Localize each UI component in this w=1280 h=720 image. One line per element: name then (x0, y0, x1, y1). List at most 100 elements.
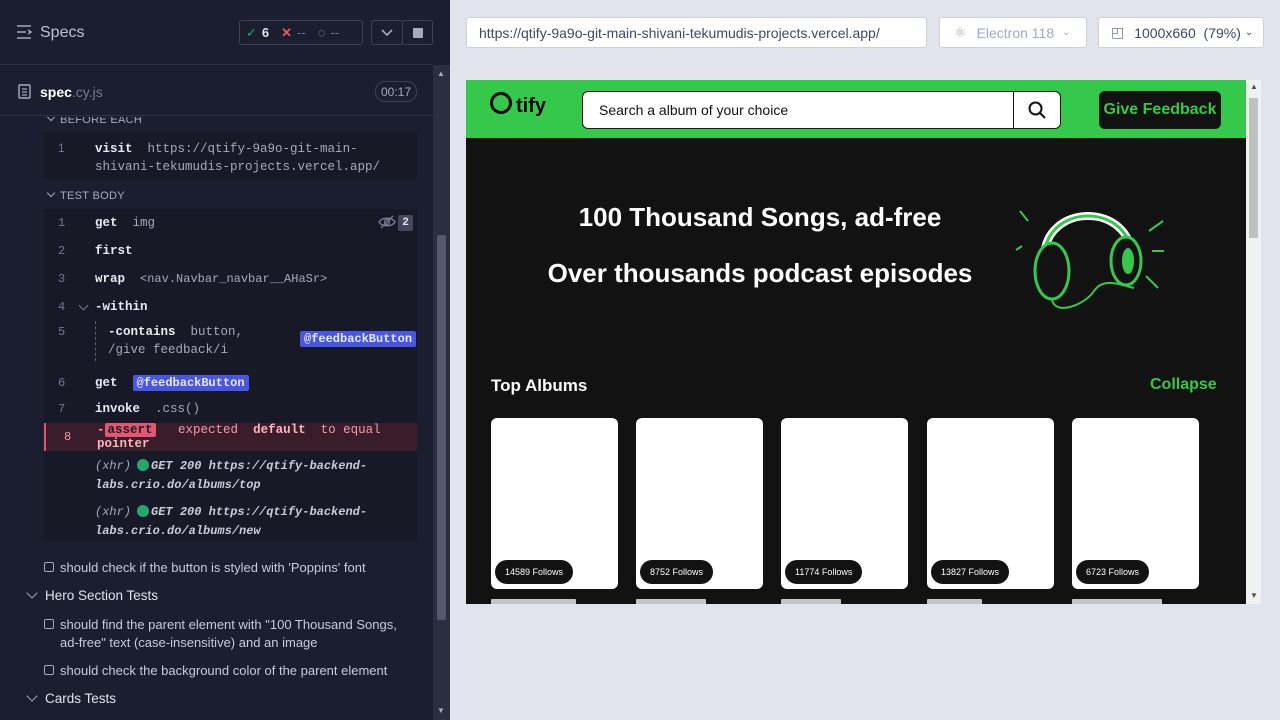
test-body-block: 1 get img 2 2 first 3 wrap <nav.Navbar_n… (44, 209, 417, 542)
command-row[interactable]: 1 get img 2 (44, 209, 417, 237)
command-row[interactable]: 7 invoke .css() (44, 395, 417, 423)
caret-down-icon[interactable] (78, 300, 89, 311)
spec-duration: 00:17 (375, 81, 417, 102)
album-card[interactable]: 14589 Follows (491, 418, 618, 589)
test-status-icon (44, 619, 54, 629)
album-name-cutoff (1072, 599, 1199, 604)
failed-assert-row[interactable]: 8 - assert expected default to equal poin… (44, 423, 417, 451)
caret-down-icon (26, 690, 38, 702)
electron-icon: ⚛ (954, 24, 967, 40)
app-under-test: tify Search a album of your choice Give … (466, 80, 1261, 604)
app-scrollbar[interactable]: ▲ ▼ (1246, 80, 1261, 604)
album-card[interactable]: 8752 Follows (636, 418, 763, 589)
url-bar[interactable]: https://qtify-9a9o-git-main-shivani-teku… (466, 17, 927, 48)
specs-title[interactable]: Specs (40, 24, 84, 42)
album-name-cutoff (491, 599, 618, 604)
command-row[interactable]: 6 get @feedbackButton (44, 369, 417, 397)
qtify-logo[interactable]: tify (490, 92, 546, 118)
test-item[interactable]: should find the parent element with "100… (44, 616, 414, 652)
command-name: -contains (108, 325, 176, 339)
hero-line-2: Over thousands podcast episodes (547, 258, 973, 288)
scroll-up-icon[interactable]: ▲ (1250, 82, 1258, 91)
reporter-header: Specs ✓ 6 ✕ -- ◌ -- (0, 0, 433, 65)
follows-chip: 6723 Follows (1076, 560, 1150, 584)
specs-list-icon[interactable] (16, 25, 32, 39)
chevron-down-icon: ⌄ (1244, 27, 1254, 38)
album-card[interactable]: 6723 Follows (1072, 418, 1199, 589)
test-item[interactable]: should check the background color of the… (44, 662, 414, 680)
command-row[interactable]: 5 -contains button, /give feedback/i @fe… (44, 323, 417, 363)
hero-line-1: 100 Thousand Songs, ad-free (578, 202, 942, 232)
top-albums-title: Top Albums (491, 376, 588, 395)
command-row[interactable]: 4 -within (44, 293, 417, 321)
ruler-icon: ◰ (1111, 24, 1125, 40)
command-row[interactable]: 2 first (44, 237, 417, 265)
album-card[interactable]: 11774 Follows (781, 418, 908, 589)
passed-stat: ✓ 6 (240, 25, 275, 41)
search-input[interactable]: Search a album of your choice (582, 91, 1014, 129)
album-card[interactable]: 13827 Follows (927, 418, 1054, 589)
follows-chip: 14589 Follows (495, 560, 574, 584)
command-name: invoke (95, 402, 141, 416)
test-body-heading[interactable]: TEST BODY (46, 188, 125, 202)
test-title: should find the parent element with "100… (60, 617, 397, 650)
test-title: should check the background color of the… (60, 663, 388, 678)
suite-cards[interactable]: Cards Tests (26, 690, 116, 706)
line-number: 3 (58, 272, 66, 286)
test-body-label: TEST BODY (60, 190, 125, 202)
caret-down-icon (46, 117, 56, 122)
xhr-text: GET 200 https://qtify-backend-labs.crio.… (95, 505, 368, 538)
scroll-down-icon[interactable]: ▼ (437, 706, 445, 715)
xhr-log[interactable]: (xhr) GET 200 https://qtify-backend-labs.… (95, 503, 415, 541)
suite-hero[interactable]: Hero Section Tests (26, 587, 158, 603)
command-log: BEFORE EACH 1 visit https://qtify-9a9o-g… (0, 117, 433, 720)
test-item[interactable]: should check if the button is styled wit… (44, 559, 414, 577)
scroll-down-icon[interactable]: ▼ (1250, 591, 1258, 600)
viewport-size: 1000x660 (1134, 24, 1196, 41)
album-name-cutoff (636, 599, 763, 604)
command-arg: <nav.Navbar_navbar__AHaSr> (140, 272, 328, 286)
xhr-text: GET 200 https://qtify-backend-labs.crio.… (95, 459, 368, 492)
spec-ext: .cy.js (71, 84, 103, 100)
pending-stat: ◌ -- (312, 25, 345, 40)
assert-text: to equal (320, 423, 381, 437)
chevron-down-icon: ⌄ (1062, 27, 1071, 38)
scroll-thumb[interactable] (437, 235, 446, 620)
browser-name: Electron 118 (976, 24, 1055, 41)
xhr-label: (xhr) (95, 459, 132, 473)
xhr-log[interactable]: (xhr) GET 200 https://qtify-backend-labs.… (95, 457, 415, 495)
status-dot-icon (137, 459, 150, 471)
alias-badge: @feedbackButton (132, 375, 249, 391)
browser-selector[interactable]: ⚛ Electron 118 ⌄ (939, 17, 1087, 48)
album-name-cutoff (927, 599, 1054, 604)
pending-count: -- (330, 25, 340, 40)
scroll-up-icon[interactable]: ▲ (437, 69, 445, 78)
assert-badge: assert (104, 423, 156, 437)
search-button[interactable] (1013, 91, 1061, 129)
test-title: should check if the button is styled wit… (60, 560, 366, 575)
command-arg: img (132, 216, 156, 230)
reporter-scrollbar[interactable]: ▲ ▼ (433, 65, 450, 720)
line-number: 1 (58, 216, 66, 230)
command-visit[interactable]: visit https://qtify-9a9o-git-main-shivan… (95, 140, 407, 176)
spec-filename: spec.cy.js (40, 84, 103, 100)
scroll-thumb[interactable] (1249, 98, 1258, 238)
stop-icon (412, 27, 423, 38)
stop-button[interactable] (402, 20, 433, 45)
viewport-selector[interactable]: ◰ 1000x660 (79%) ⌄ (1098, 17, 1264, 48)
command-log-panel: Specs ✓ 6 ✕ -- ◌ -- spec.cy.js 00:17 BEFORE… (0, 0, 450, 720)
assert-actual: default (253, 423, 306, 437)
album-name-cutoff (781, 599, 908, 604)
command-name: wrap (95, 272, 126, 286)
follows-chip: 8752 Follows (640, 560, 714, 584)
line-number: 4 (58, 300, 66, 314)
before-each-heading[interactable]: BEFORE EACH (46, 117, 142, 126)
search-icon (1028, 101, 1046, 119)
test-stats: ✓ 6 ✕ -- ◌ -- (239, 20, 363, 45)
eye-slash-icon (378, 215, 396, 233)
dropdown-button[interactable] (371, 20, 403, 45)
give-feedback-button[interactable]: Give Feedback (1099, 91, 1221, 129)
alias-badge: @feedbackButton (300, 331, 417, 347)
command-row[interactable]: 3 wrap <nav.Navbar_navbar__AHaSr> (44, 265, 417, 293)
collapse-button[interactable]: Collapse (1150, 376, 1217, 394)
